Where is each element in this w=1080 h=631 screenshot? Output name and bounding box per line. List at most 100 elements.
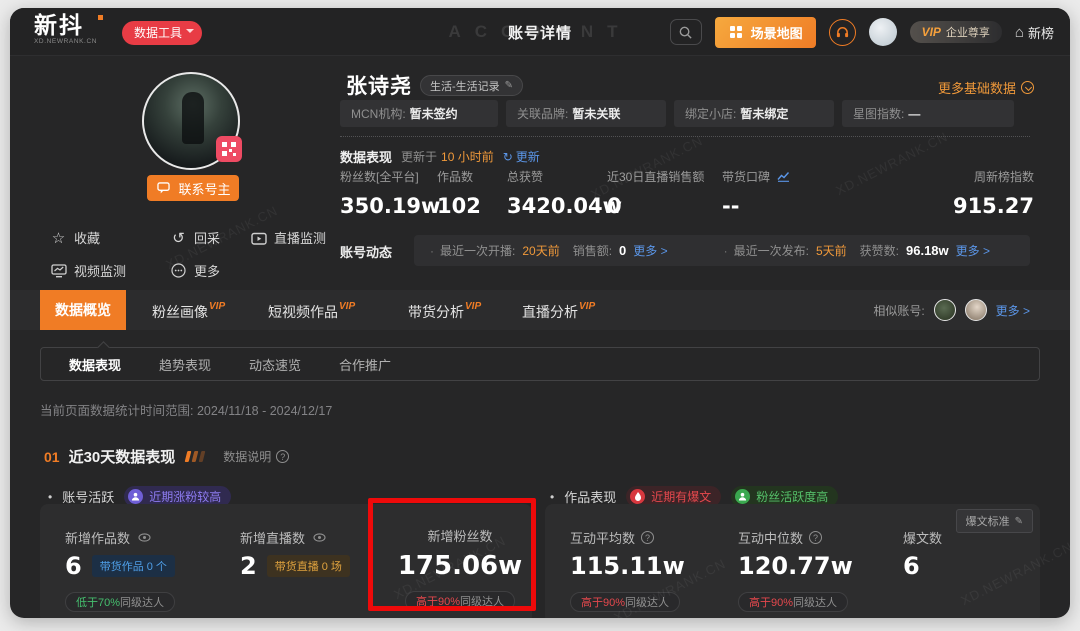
top-header: 新抖 XD.NEWRANK.CN 数据工具 ACCOUNT 账号详情 场景地图 (10, 8, 1070, 56)
refresh-label: 更新 (516, 148, 540, 165)
page-title: 账号详情 (508, 22, 572, 43)
grid-icon (728, 26, 745, 38)
tab-short-video-works[interactable]: 短视频作品 VIP (268, 290, 355, 330)
vip-label: VIP (922, 25, 941, 39)
more-actions-button[interactable]: 更多 (170, 261, 220, 280)
subtab-cooperation[interactable]: 合作推广 (339, 355, 391, 374)
stat-weekly-index: 周新榜指数 915.27 (953, 168, 1034, 218)
date-range: 当前页面数据统计时间范围: 2024/11/18 - 2024/12/17 (40, 400, 332, 419)
chart-icon[interactable] (775, 171, 792, 182)
qr-code-badge[interactable] (216, 136, 242, 162)
info-label: MCN机构: (351, 105, 406, 122)
video-monitor-button[interactable]: 视频监测 (50, 261, 126, 280)
live-monitor-button[interactable]: 直播监测 (250, 228, 326, 247)
commerce-live-badge: 带货直播 0 场 (267, 555, 350, 577)
data-explanation-link[interactable]: 数据说明 (223, 448, 289, 465)
peer-compare-pill: 高于90% 同级达人 (570, 592, 680, 612)
section-header: 01 近30天数据表现 数据说明 (44, 446, 289, 467)
sales-label: 销售额: (573, 242, 612, 259)
date-range-value: 2024/11/18 - 2024/12/17 (197, 404, 332, 418)
compare-rest: 同级达人 (460, 593, 504, 609)
date-range-label: 当前页面数据统计时间范围: (40, 404, 193, 418)
similar-more-link[interactable]: 更多 > (996, 302, 1030, 319)
account-active-card: 新增作品数 6 带货作品 0 个 低于70% 同级达人 新增直播数 (40, 504, 532, 618)
person-icon (128, 489, 143, 504)
metric-label: 新增作品数 (65, 528, 130, 547)
search-icon (677, 25, 694, 40)
tab-label: 直播分析 (522, 302, 578, 322)
vip-badge[interactable]: VIP 企业尊享 (910, 21, 1002, 43)
video-monitor-label: 视频监测 (74, 261, 126, 280)
refresh-link[interactable]: ↻ 更新 (503, 148, 540, 165)
metric-value: 175.06w (398, 551, 522, 581)
stat-label: 带货口碑 (722, 168, 770, 185)
stat-label: 近30日直播销售额 (607, 168, 704, 185)
info-label: 关联品牌: (517, 105, 568, 122)
scene-map-label: 场景地图 (751, 23, 803, 42)
recollect-icon: ↺ (170, 229, 187, 247)
customer-service-button[interactable] (829, 19, 856, 46)
tab-live-analysis[interactable]: 直播分析 VIP (522, 290, 595, 330)
section-title: 近30天数据表现 (69, 446, 176, 467)
stat-label: 总获赞 (507, 168, 622, 185)
activity-bar: 最近一次开播: 20天前 销售额: 0 更多 > 最近一次发布: 5天前 获赞数… (414, 235, 1030, 266)
refresh-icon: ↻ (503, 150, 513, 164)
contact-owner-button[interactable]: 联系号主 (147, 175, 239, 201)
stat-label: 周新榜指数 (953, 168, 1034, 185)
stat-value: 3420.04w (507, 194, 622, 218)
last-live-time: 20天前 (522, 242, 559, 259)
scene-map-button[interactable]: 场景地图 (715, 17, 816, 48)
search-button[interactable] (670, 19, 702, 45)
recollect-button[interactable]: ↺ 回采 (170, 228, 220, 247)
tab-commerce-analysis[interactable]: 带货分析 VIP (408, 290, 481, 330)
likes-label: 获赞数: (860, 242, 899, 259)
eye-icon[interactable] (136, 533, 153, 542)
badge-label: 近期有爆文 (651, 488, 711, 505)
watermark: XD.NEWRANK.CN (833, 129, 950, 198)
favorite-button[interactable]: ☆ 收藏 (50, 228, 100, 247)
headset-icon (834, 25, 851, 39)
eye-icon[interactable] (311, 533, 328, 542)
category-tag[interactable]: 生活-生活记录 ✎ (420, 75, 523, 96)
contact-owner-label: 联系号主 (178, 179, 230, 198)
stat-likes: 总获赞 3420.04w (507, 168, 622, 218)
similar-account-avatar[interactable] (934, 299, 956, 321)
subtab-trend[interactable]: 趋势表现 (159, 355, 211, 374)
info-value: 暂未绑定 (740, 105, 788, 122)
user-avatar[interactable] (869, 18, 897, 46)
edit-pencil-icon: ✎ (1015, 516, 1023, 527)
edit-pencil-icon: ✎ (505, 80, 513, 91)
basic-info-row: MCN机构: 暂未签约 关联品牌: 暂未关联 绑定小店: 暂未绑定 星图指数: … (340, 100, 1014, 127)
post-more-link[interactable]: 更多 > (956, 242, 990, 259)
viral-standard-button[interactable]: 爆文标准 ✎ (956, 509, 1033, 533)
similar-accounts-label: 相似账号: (873, 302, 924, 319)
favorite-label: 收藏 (74, 228, 100, 247)
flame-icon (630, 489, 645, 504)
stat-value: -- (722, 194, 792, 218)
info-value: — (908, 107, 920, 121)
question-circle-icon[interactable] (641, 531, 654, 544)
similar-account-avatar[interactable] (965, 299, 987, 321)
chevron-down-icon (1021, 81, 1034, 94)
home-icon: ⌂ (1015, 24, 1024, 41)
metric-value: 6 (903, 552, 920, 580)
peer-compare-pill: 高于90% 同级达人 (405, 591, 515, 611)
home-label: 新榜 (1028, 23, 1054, 42)
tab-data-overview[interactable]: 数据概览 (40, 290, 126, 330)
peer-compare-pill: 高于90% 同级达人 (738, 592, 848, 612)
stat-value: 350.19w (340, 194, 440, 218)
more-basic-data-link[interactable]: 更多基础数据 (938, 78, 1034, 97)
live-more-link[interactable]: 更多 > (633, 242, 667, 259)
metric-value: 2 (240, 552, 257, 580)
tab-fan-portrait[interactable]: 粉丝画像 VIP (152, 290, 225, 330)
subtab-data-performance[interactable]: 数据表现 (69, 355, 121, 374)
tab-label: 带货分析 (408, 302, 464, 322)
metric-label: 互动平均数 (570, 528, 635, 547)
data-explanation-label: 数据说明 (223, 448, 271, 465)
tab-label: 数据概览 (55, 300, 111, 320)
metric-label: 爆文数 (903, 528, 942, 547)
subtab-dynamics[interactable]: 动态速览 (249, 355, 301, 374)
question-circle-icon[interactable] (809, 531, 822, 544)
metric-value: 115.11w (570, 552, 685, 580)
newrank-home-link[interactable]: ⌂ 新榜 (1015, 23, 1054, 42)
